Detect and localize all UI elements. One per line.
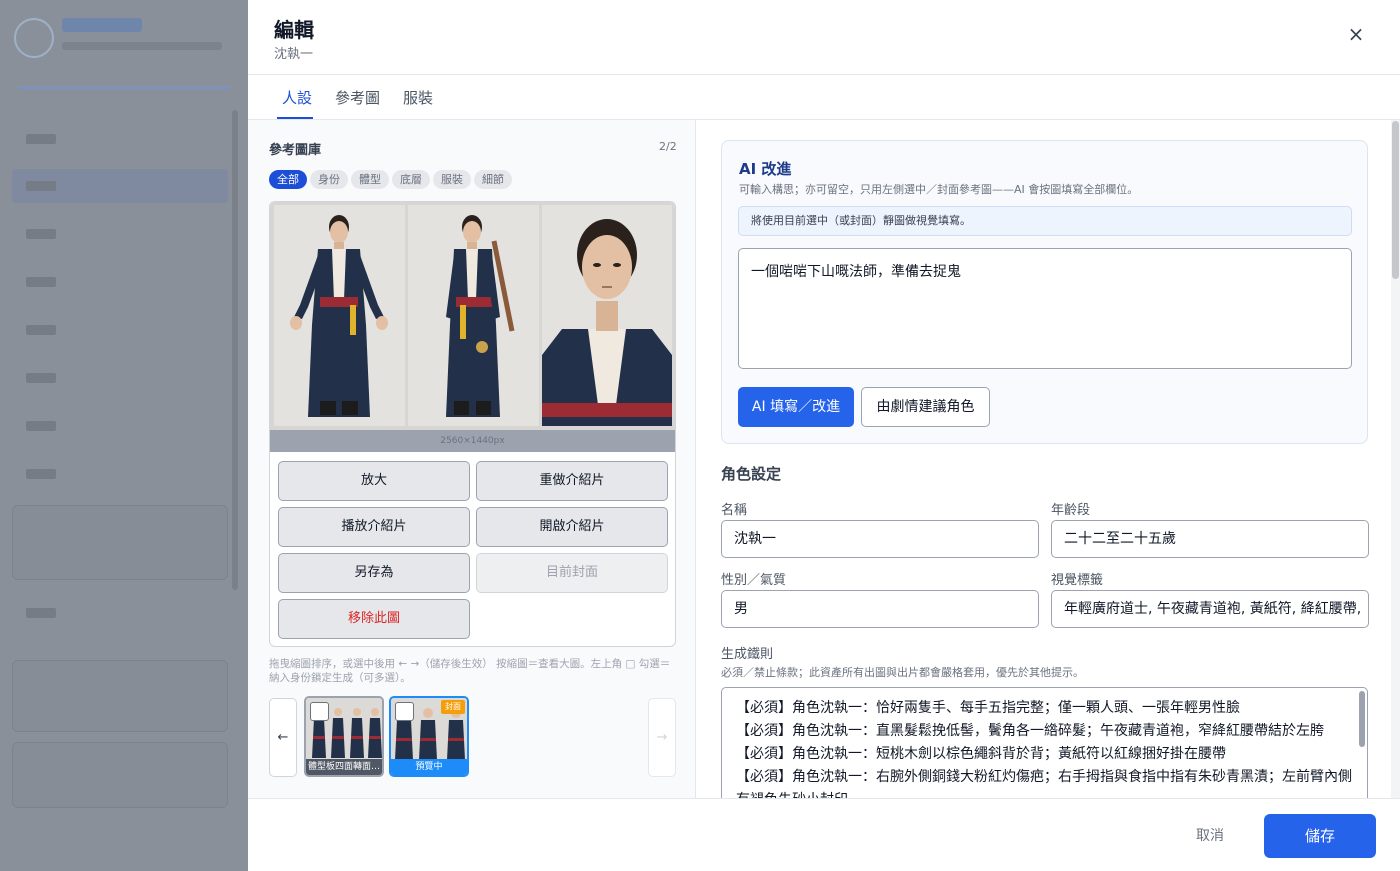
- gender-input[interactable]: 男: [721, 590, 1039, 628]
- visual-tags-input[interactable]: 年輕廣府道士, 午夜藏青道袍, 黃紙符, 絳紅腰帶,: [1051, 590, 1369, 628]
- visual-tags-label: 視覺標籤: [1051, 573, 1104, 588]
- chip-identity[interactable]: 身份: [310, 170, 348, 189]
- bg-nav-item: [12, 169, 228, 203]
- drawer-title: 編輯: [274, 18, 314, 42]
- rule-line: 【必須】角色沈執一：直黑髮鬆挽低髻，鬢角各一綹碎髮；午夜藏青道袍，窄絳紅腰帶結於…: [736, 723, 1324, 739]
- ai-improve-card: AI 改進 可輸入構思；亦可留空，只用左側選中／封面參考圖——AI 會按圖填寫全…: [721, 140, 1368, 444]
- chip-costume[interactable]: 服裝: [433, 170, 471, 189]
- thumbnail-strip: ← 體型板四面轉面… 封面 預覽中 →: [269, 696, 679, 778]
- name-label: 名稱: [721, 503, 748, 518]
- ai-fill-button[interactable]: AI 填寫／改進: [738, 387, 854, 427]
- enlarge-button[interactable]: 放大: [278, 461, 470, 501]
- bg-nav-item: [12, 122, 228, 156]
- save-button[interactable]: 儲存: [1264, 814, 1376, 858]
- reference-gallery-panel: 參考圖庫 2/2 全部 身份 體型 底層 服裝 細節 2560×1440px 放…: [248, 120, 696, 798]
- thumbnail-item-selected[interactable]: 封面 預覽中: [389, 696, 469, 777]
- drawer-header: 編輯 沈執一 ×: [248, 0, 1400, 75]
- bg-divider: [18, 86, 230, 89]
- portrait-figure: [542, 205, 672, 426]
- thumbnail-caption: 預覽中: [391, 759, 467, 775]
- persona-form-panel: AI 改進 可輸入構思；亦可留空，只用左側選中／封面參考圖——AI 會按圖填寫全…: [697, 120, 1400, 798]
- ai-improve-description: 可輸入構思；亦可留空，只用左側選中／封面參考圖——AI 會按圖填寫全部欄位。: [739, 183, 1139, 196]
- ai-improve-note: 將使用目前選中（或封面）靜圖做視覺填寫。: [738, 206, 1352, 236]
- open-intro-button[interactable]: 開啟介紹片: [476, 507, 668, 547]
- next-arrow-icon[interactable]: →: [648, 698, 676, 777]
- background-app-sidebar: [0, 0, 248, 871]
- tab-reference[interactable]: 參考圖: [335, 87, 380, 108]
- rules-scrollbar[interactable]: [1359, 691, 1365, 747]
- rules-textarea[interactable]: 【必須】角色沈執一：恰好兩隻手、每手五指完整；僅一顆人頭、一張年輕男性臉 【必須…: [721, 687, 1368, 798]
- rules-description: 必須／禁止條款；此資產所有出圖與出片都會嚴格套用，優先於其他提示。: [721, 666, 1084, 679]
- thumbnail-item[interactable]: 體型板四面轉面…: [304, 696, 384, 777]
- bg-nav-item: [12, 596, 228, 630]
- character-section-title: 角色設定: [721, 465, 782, 483]
- front-view-figure: [274, 205, 405, 426]
- prev-arrow-icon[interactable]: ←: [269, 698, 297, 777]
- identity-lock-checkbox[interactable]: [395, 702, 414, 721]
- gallery-title: 參考圖庫: [269, 143, 322, 158]
- cancel-button[interactable]: 取消: [1196, 825, 1224, 845]
- current-cover-button: 目前封面: [476, 553, 668, 593]
- gallery-count: 2/2: [659, 140, 677, 153]
- bg-card: [12, 742, 228, 808]
- age-input[interactable]: 二十二至二十五歲: [1051, 520, 1369, 558]
- bg-nav-item: [12, 361, 228, 395]
- drawer-subtitle: 沈執一: [274, 47, 314, 62]
- bg-scrollbar: [232, 110, 238, 590]
- identity-lock-checkbox[interactable]: [310, 702, 329, 721]
- tab-active-indicator: [277, 117, 313, 119]
- bg-nav-item: [12, 265, 228, 299]
- side-view-figure: [408, 205, 539, 426]
- thumbnail-caption: 體型板四面轉面…: [306, 759, 382, 775]
- preview-card: 2560×1440px 放大 重做介紹片 播放介紹片 開啟介紹片 另存為 目前封…: [269, 201, 676, 647]
- rule-line: 【必須】角色沈執一：恰好兩隻手、每手五指完整；僅一顆人頭、一張年輕男性臉: [736, 700, 1240, 716]
- close-icon[interactable]: ×: [1344, 22, 1368, 46]
- name-input[interactable]: 沈執一: [721, 520, 1039, 558]
- age-label: 年齡段: [1051, 503, 1091, 518]
- cover-badge: 封面: [441, 700, 465, 714]
- bg-nav-item: [12, 313, 228, 347]
- chip-base-layer[interactable]: 底層: [392, 170, 430, 189]
- remove-image-button[interactable]: 移除此圖: [278, 599, 470, 639]
- chip-detail[interactable]: 細節: [474, 170, 512, 189]
- bg-nav-item: [12, 217, 228, 251]
- tab-costume[interactable]: 服裝: [403, 87, 433, 108]
- redo-intro-button[interactable]: 重做介紹片: [476, 461, 668, 501]
- rule-line: 【必須】角色沈執一：右腕外側銅錢大粉紅灼傷疤；右手拇指與食指中指有朱砂青黑漬；左…: [736, 769, 1352, 798]
- app-logo-icon: [14, 18, 54, 58]
- play-intro-button[interactable]: 播放介紹片: [278, 507, 470, 547]
- edit-drawer: 編輯 沈執一 × 人設 參考圖 服裝 參考圖庫 2/2 全部 身份 體型 底層 服裝 細節: [248, 0, 1400, 871]
- bg-nav-item: [12, 409, 228, 443]
- save-as-button[interactable]: 另存為: [278, 553, 470, 593]
- chip-body[interactable]: 體型: [351, 170, 389, 189]
- tab-persona[interactable]: 人設: [282, 87, 312, 108]
- bg-nav-item: [12, 457, 228, 491]
- ai-improve-title: AI 改進: [739, 160, 792, 178]
- bg-app-subtitle: [62, 42, 222, 50]
- bg-card: [12, 660, 228, 732]
- suggest-character-button[interactable]: 由劇情建議角色: [861, 387, 990, 427]
- rules-label: 生成鐵則: [721, 647, 774, 662]
- gallery-help-text: 拖曳縮圖排序，或選中後用 ← →（儲存後生效） 按縮圖＝查看大圖。左上角 □ 勾…: [269, 658, 671, 684]
- bg-app-title: [62, 18, 142, 32]
- gender-label: 性別／氣質: [721, 573, 787, 588]
- panel-scrollbar-thumb[interactable]: [1392, 121, 1399, 279]
- reference-preview-image[interactable]: [270, 202, 675, 430]
- filter-chips: 全部 身份 體型 底層 服裝 細節: [269, 168, 515, 189]
- ai-prompt-input[interactable]: 一個啱啱下山嘅法師，準備去捉鬼: [738, 248, 1352, 369]
- image-dimensions: 2560×1440px: [270, 430, 675, 452]
- rule-line: 【必須】角色沈執一：短桃木劍以棕色繩斜背於背；黃紙符以紅線捆好掛在腰帶: [736, 746, 1226, 762]
- bg-card: [12, 505, 228, 580]
- tab-bar: 人設 參考圖 服裝: [248, 75, 1400, 120]
- chip-all[interactable]: 全部: [269, 170, 307, 189]
- drawer-footer: 取消 儲存: [248, 798, 1400, 871]
